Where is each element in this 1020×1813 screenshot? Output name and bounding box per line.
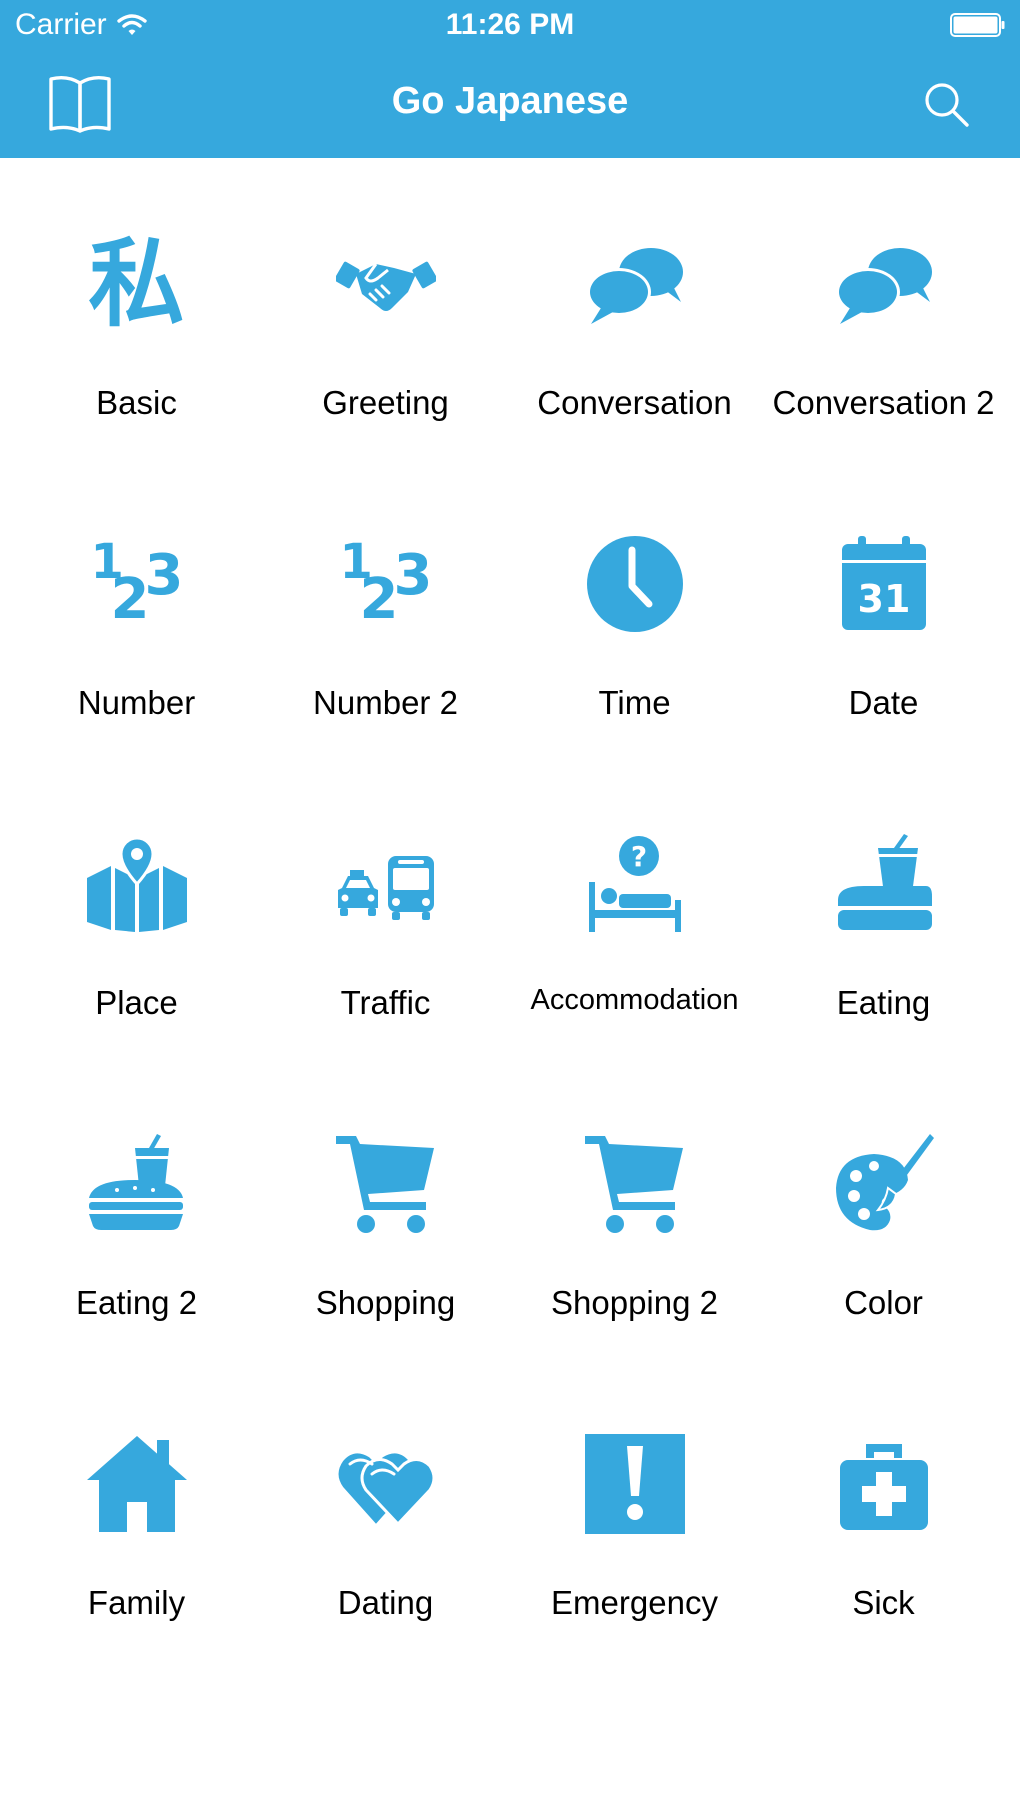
category-label: Dating <box>337 1584 434 1621</box>
speech-bubbles-icon <box>585 234 685 334</box>
category-color[interactable]: Color <box>759 1100 1008 1400</box>
category-label: Conversation <box>537 384 732 421</box>
category-accommodation[interactable]: ? Accommodation <box>510 800 759 1100</box>
digit-three: 3 <box>393 543 433 608</box>
category-traffic[interactable]: Traffic <box>261 800 510 1100</box>
category-grid: 私 Basic Greeting Conversation Conversati… <box>12 200 1008 1700</box>
wifi-icon <box>116 14 147 35</box>
category-conversation-2[interactable]: Conversation 2 <box>759 200 1008 500</box>
category-eating-2[interactable]: Eating 2 <box>12 1100 261 1400</box>
category-family[interactable]: Family <box>12 1400 261 1700</box>
battery-icon <box>950 13 1005 37</box>
category-label: Number <box>77 684 196 721</box>
category-shopping-2[interactable]: Shopping 2 <box>510 1100 759 1400</box>
category-date[interactable]: 31 Date <box>759 500 1008 800</box>
carrier-label: Carrier <box>15 8 107 41</box>
page-title: Go Japanese <box>391 80 629 122</box>
category-label: Color <box>844 1284 923 1321</box>
category-label: Accommodation <box>530 984 739 1016</box>
drink-cup-icon <box>834 834 934 934</box>
category-number-2[interactable]: 1 2 3 Number 2 <box>261 500 510 800</box>
category-emergency[interactable]: Emergency <box>510 1400 759 1700</box>
category-dating[interactable]: Dating <box>261 1400 510 1700</box>
exclamation-icon <box>584 1434 685 1534</box>
category-label: Basic <box>96 384 177 421</box>
clock-icon <box>585 534 685 634</box>
first-aid-kit-icon <box>834 1434 934 1534</box>
category-label: Shopping <box>315 1284 456 1321</box>
category-label: Date <box>848 684 919 721</box>
category-label: Sick <box>852 1584 915 1621</box>
search-button[interactable] <box>914 72 978 136</box>
calendar-icon: 31 <box>834 534 934 634</box>
taxi-bus-icon <box>336 834 436 934</box>
shopping-cart-icon <box>584 1134 685 1234</box>
speech-bubbles-icon <box>834 234 934 334</box>
title-bar: Go Japanese <box>0 52 1020 158</box>
handshake-icon <box>335 234 436 334</box>
category-label: Time <box>598 684 671 721</box>
burger-drink-icon <box>87 1134 187 1234</box>
category-place[interactable]: Place <box>12 800 261 1100</box>
status-bar: Carrier 11:26 PM <box>0 0 1020 52</box>
category-eating[interactable]: Eating <box>759 800 1008 1100</box>
category-label: Family <box>87 1584 186 1621</box>
category-time[interactable]: Time <box>510 500 759 800</box>
map-pin-icon <box>86 834 187 934</box>
digit-three: 3 <box>144 543 184 608</box>
kanji-watashi-icon: 私 <box>87 234 187 334</box>
numbers-123-icon: 1 2 3 <box>87 534 187 634</box>
numbers-123-icon: 1 2 3 <box>336 534 436 634</box>
shopping-cart-icon <box>335 1134 436 1234</box>
category-label: Conversation 2 <box>772 384 995 421</box>
navigation-header: Carrier 11:26 PM Go Japanese <box>0 0 1020 158</box>
category-label: Place <box>95 984 178 1021</box>
category-basic[interactable]: 私 Basic <box>12 200 261 500</box>
category-label: Greeting <box>322 384 449 421</box>
search-icon <box>925 83 969 127</box>
category-conversation[interactable]: Conversation <box>510 200 759 500</box>
calendar-day: 31 <box>857 577 910 621</box>
kanji-glyph: 私 <box>88 228 185 340</box>
bed-question-icon: ? <box>585 834 685 934</box>
svg-text:?: ? <box>630 840 646 873</box>
status-time: 11:26 PM <box>445 8 575 41</box>
category-label: Number 2 <box>313 684 458 721</box>
category-sick[interactable]: Sick <box>759 1400 1008 1700</box>
hearts-icon <box>335 1434 436 1534</box>
category-label: Eating <box>836 984 931 1021</box>
carrier-indicator: Carrier <box>15 8 147 42</box>
category-shopping[interactable]: Shopping <box>261 1100 510 1400</box>
category-label: Shopping 2 <box>551 1284 718 1321</box>
category-number[interactable]: 1 2 3 Number <box>12 500 261 800</box>
category-greeting[interactable]: Greeting <box>261 200 510 500</box>
category-label: Traffic <box>340 984 431 1021</box>
palette-icon <box>834 1134 934 1234</box>
category-label: Eating 2 <box>75 1284 198 1321</box>
house-icon <box>86 1434 187 1534</box>
category-label: Emergency <box>551 1584 718 1621</box>
